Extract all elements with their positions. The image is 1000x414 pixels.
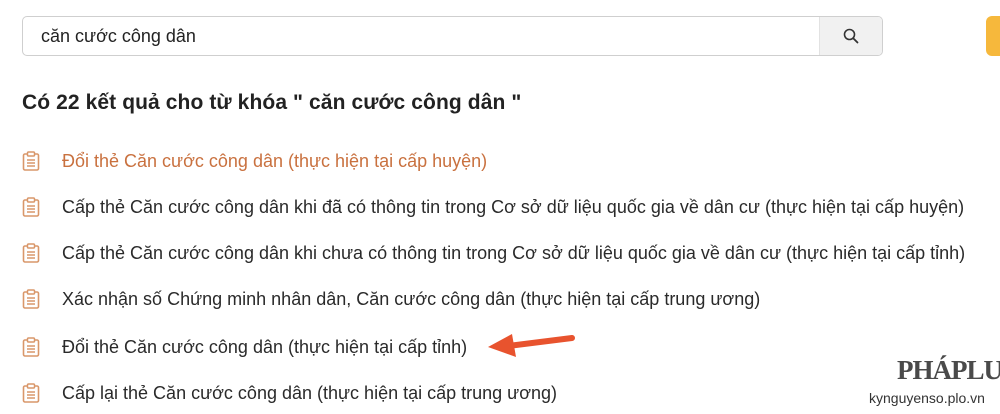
document-icon	[22, 151, 40, 171]
result-item-4[interactable]: Xác nhận số Chứng minh nhân dân, Căn cướ…	[22, 284, 760, 314]
result-link[interactable]: Cấp thẻ Căn cước công dân khi đã có thôn…	[62, 197, 964, 218]
search-button[interactable]	[819, 17, 882, 55]
search-icon	[843, 28, 859, 44]
document-icon	[22, 337, 40, 357]
search-input[interactable]	[23, 17, 821, 55]
result-link[interactable]: Đổi thẻ Căn cước công dân (thực hiện tại…	[62, 151, 487, 172]
result-item-2[interactable]: Cấp thẻ Căn cước công dân khi đã có thôn…	[22, 192, 964, 222]
result-item-6[interactable]: Cấp lại thẻ Căn cước công dân (thực hiện…	[22, 378, 557, 408]
arrow-icon	[488, 334, 575, 357]
result-item-1[interactable]: Đổi thẻ Căn cước công dân (thực hiện tại…	[22, 146, 487, 176]
document-icon	[22, 243, 40, 263]
document-icon	[22, 289, 40, 309]
results-heading: Có 22 kết quả cho từ khóa " căn cước côn…	[22, 91, 522, 114]
result-link[interactable]: Xác nhận số Chứng minh nhân dân, Căn cướ…	[62, 289, 760, 310]
document-icon	[22, 197, 40, 217]
result-link[interactable]: Cấp thẻ Căn cước công dân khi chưa có th…	[62, 243, 965, 264]
document-icon	[22, 383, 40, 403]
result-link[interactable]: Đổi thẻ Căn cước công dân (thực hiện tại…	[62, 337, 467, 358]
result-item-3[interactable]: Cấp thẻ Căn cước công dân khi chưa có th…	[22, 238, 965, 268]
watermark-logo: PHÁPLUẬT	[897, 355, 1000, 385]
search-bar	[22, 16, 883, 56]
result-link[interactable]: Cấp lại thẻ Căn cước công dân (thực hiện…	[62, 383, 557, 404]
side-tab-button[interactable]	[986, 16, 1000, 56]
watermark-domain: kynguyenso.plo.vn	[869, 390, 985, 406]
result-item-5[interactable]: Đổi thẻ Căn cước công dân (thực hiện tại…	[22, 332, 467, 362]
